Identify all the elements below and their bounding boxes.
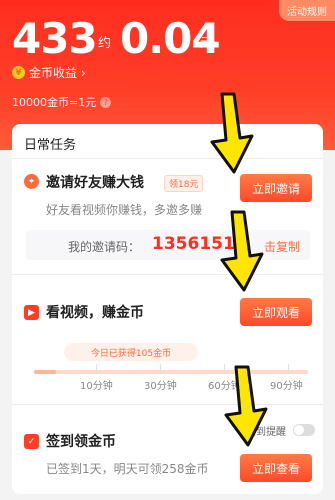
invite-code-box: 我的邀请码： 1356151 击复制 [26,230,310,260]
invite-task-subtitle: 好友看视频你赚钱，多邀多赚 [46,203,203,217]
tick-mark [288,364,289,374]
daily-tasks-card: 日常任务 ✦ 邀请好友赚大钱 领18元 好友看视频你赚钱，多邀多赚 立即邀请 我… [12,124,323,494]
video-progress-fill [34,370,56,374]
invite-task-title: 邀请好友赚大钱 [46,175,144,191]
arrow-down-icon [224,365,268,447]
exchange-rate: 10000金币=1元 ? [12,94,112,110]
tick-label-10: 10分钟 [80,381,113,392]
coin-balance: 433 [12,14,98,63]
video-task-title: 看视频，赚金币 [46,305,144,321]
watch-now-button[interactable]: 立即观看 [240,298,312,326]
currency-label: 元 [200,36,214,51]
video-progress-text: 今日已获得105金币 [64,343,198,361]
coin-income-label: 金币收益 [29,66,78,80]
invite-reward-badge: 领18元 [164,175,204,192]
signin-task-subtitle: 已签到1天，明天可领258金币 [46,462,209,476]
tick-label-90: 90分钟 [270,381,303,392]
arrow-down-icon [210,92,254,174]
view-now-button[interactable]: 立即查看 [240,454,312,482]
exchange-rate-label: 10000金币=1元 [12,96,97,109]
divider [12,158,323,159]
card-title: 日常任务 [24,138,77,153]
gift-icon: ✦ [24,174,39,189]
play-icon: ▶ [24,305,39,320]
tick-label-30: 30分钟 [144,381,177,392]
tick-mark [96,364,97,374]
arrow-down-icon [220,210,264,292]
toggle-knob [294,425,304,435]
coin-icon: ¥ [12,66,25,79]
activity-rules-link[interactable]: 活动规则 [279,0,335,21]
tick-mark [160,364,161,374]
approx-label: 约 [98,36,112,51]
invite-code-label: 我的邀请码： [68,240,141,254]
checkbox-icon: ✓ [24,434,39,449]
signin-task-title: 签到领金币 [46,434,116,450]
divider [12,404,323,405]
copy-invite-code-button[interactable]: 击复制 [264,238,300,255]
divider [12,274,323,275]
invite-now-button[interactable]: 立即邀请 [240,174,312,202]
help-icon[interactable]: ? [100,96,112,108]
coin-income-link[interactable]: ¥ 金币收益 › [12,64,86,81]
signin-remind-toggle[interactable] [293,424,315,436]
chevron-right-icon: › [81,65,86,80]
